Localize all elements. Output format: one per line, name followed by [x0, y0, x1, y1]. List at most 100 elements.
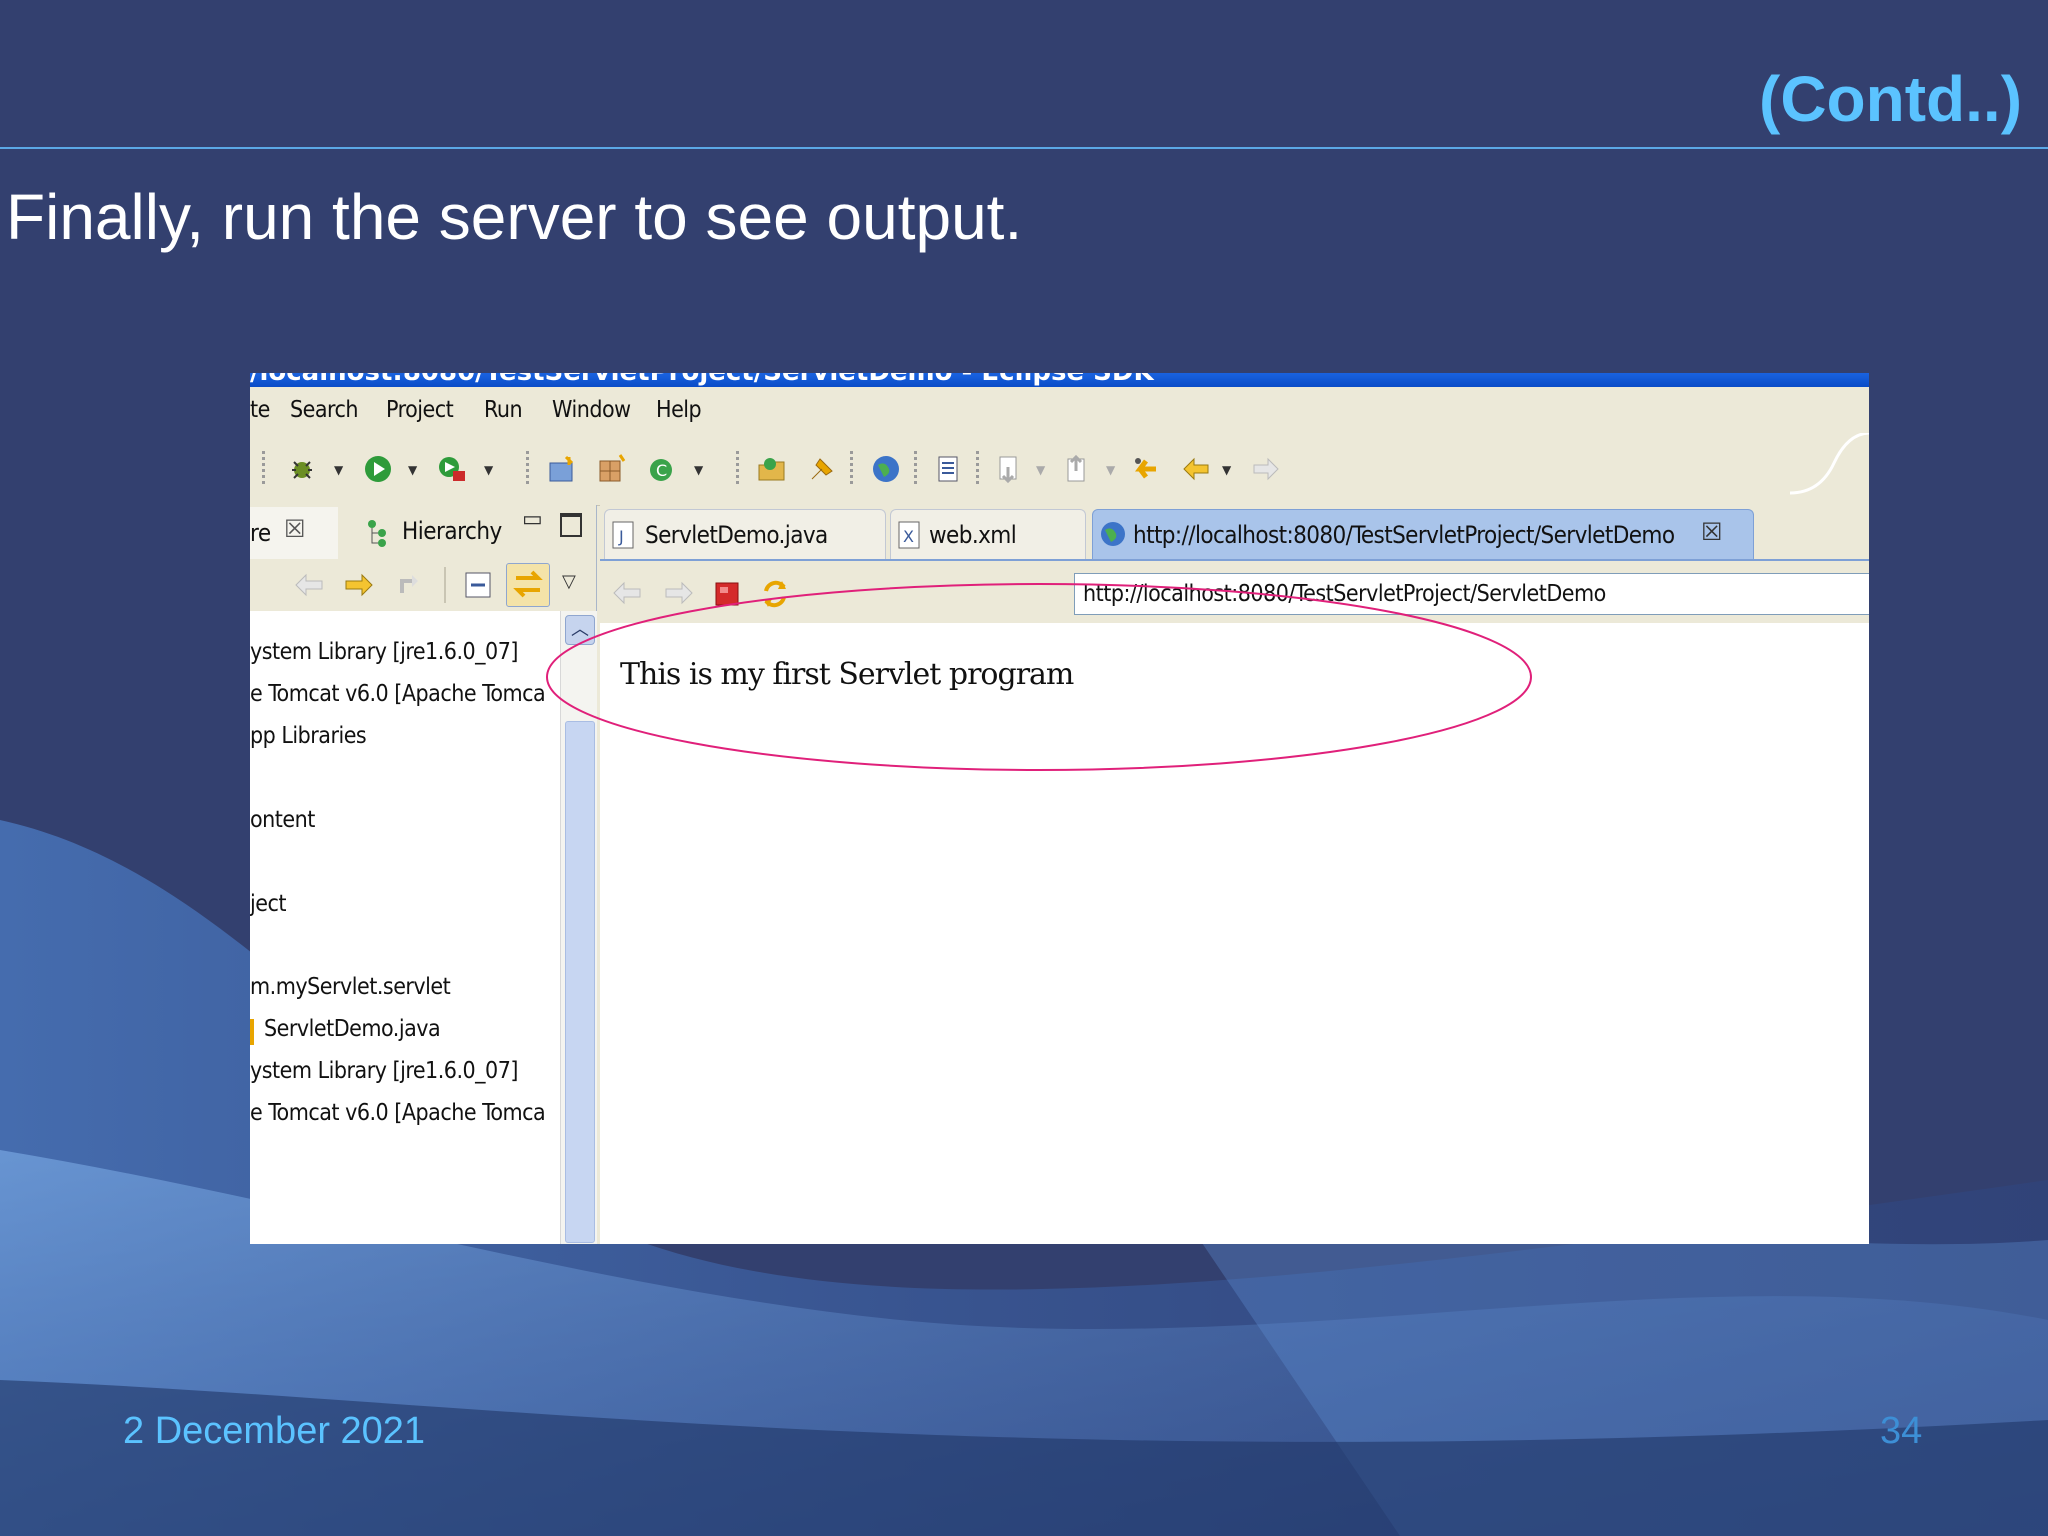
package-tree: ystem Library [jre1.6.0_07] e Tomcat v6.… — [250, 611, 560, 1244]
forward-icon[interactable] — [1250, 453, 1282, 485]
slide-corner-title: (Contd..) — [1759, 63, 2022, 135]
stop-icon[interactable] — [714, 581, 740, 607]
previous-annotation-dropdown-icon[interactable]: ▼ — [1106, 463, 1115, 477]
tree-item[interactable]: ject — [250, 891, 286, 917]
tab-web-xml-label: web.xml — [929, 521, 1017, 549]
up-icon[interactable] — [396, 571, 426, 599]
new-package-icon[interactable] — [596, 453, 628, 485]
toolbar-separator — [914, 451, 917, 487]
globe-icon — [1101, 522, 1125, 546]
slide-page-number: 34 — [1880, 1410, 1923, 1452]
svg-text:C: C — [656, 461, 667, 480]
toolbar-separator — [262, 451, 265, 487]
run-dropdown-icon[interactable]: ▼ — [408, 463, 417, 477]
eclipse-screenshot: /localhost:8080/TestServletProject/Servl… — [250, 373, 1869, 1244]
tree-item[interactable]: ystem Library [jre1.6.0_07] — [250, 1058, 518, 1084]
browser-page-content: This is my first Servlet program — [600, 623, 1869, 1244]
menu-item-navigate[interactable]: te — [250, 397, 270, 423]
last-edit-location-icon[interactable] — [1130, 453, 1162, 485]
browser-toolbar: http://localhost:8080/TestServletProject… — [600, 559, 1869, 625]
menu-item-help[interactable]: Help — [656, 397, 702, 423]
left-view-tab-bar: re ☒ Hierarchy ▭ — [250, 505, 596, 560]
menu-item-project[interactable]: Project — [386, 397, 454, 423]
previous-annotation-icon[interactable] — [1062, 453, 1094, 485]
menu-item-search[interactable]: Search — [290, 397, 359, 423]
tree-item[interactable]: m.myServlet.servlet — [250, 974, 451, 1000]
scrollbar-thumb[interactable] — [565, 721, 595, 1243]
toolbar-separator — [976, 451, 979, 487]
slide-date: 2 December 2021 — [123, 1410, 426, 1452]
tab-package-explorer-label: re — [250, 519, 271, 547]
minimize-icon[interactable]: ▭ — [522, 507, 543, 532]
tab-hierarchy[interactable]: Hierarchy — [402, 517, 502, 545]
back-dropdown-icon[interactable]: ▼ — [1222, 463, 1231, 477]
forward-icon[interactable] — [344, 571, 374, 599]
open-type-icon[interactable] — [756, 453, 788, 485]
menu-item-run[interactable]: Run — [484, 397, 523, 423]
tab-servletdemo-java[interactable]: J ServletDemo.java — [604, 509, 886, 560]
tree-item[interactable]: pp Libraries — [250, 723, 367, 749]
left-view-toolbar: ▽ — [250, 559, 596, 612]
perspective-switcher-curve — [1790, 433, 1869, 495]
toolbar-separator — [736, 451, 739, 487]
svg-text:X: X — [903, 527, 914, 546]
window-title: /localhost:8080/TestServletProject/Servl… — [250, 373, 1154, 387]
toolbar-separator — [526, 451, 529, 487]
tab-web-xml[interactable]: X web.xml — [890, 509, 1086, 560]
new-class-icon[interactable]: C — [646, 453, 678, 485]
collapse-all-icon[interactable] — [464, 571, 492, 599]
window-titlebar: /localhost:8080/TestServletProject/Servl… — [250, 373, 1869, 387]
link-with-editor-button[interactable] — [506, 563, 550, 607]
java-file-icon — [250, 1019, 254, 1045]
tree-item[interactable]: ontent — [250, 807, 315, 833]
web-browser-icon[interactable] — [870, 453, 902, 485]
package-explorer-view: re ☒ Hierarchy ▭ ▽ ystem Library [jre1.6… — [250, 505, 597, 1244]
url-field-value: http://localhost:8080/TestServletProject… — [1083, 581, 1606, 607]
tab-browser-label: http://localhost:8080/TestServletProject… — [1133, 521, 1675, 549]
url-field[interactable]: http://localhost:8080/TestServletProject… — [1074, 573, 1869, 615]
slide-heading: Finally, run the server to see output. — [6, 181, 1023, 253]
tree-item[interactable]: ServletDemo.java — [264, 1016, 441, 1042]
browser-forward-icon[interactable] — [662, 579, 694, 607]
new-java-project-icon[interactable] — [546, 453, 578, 485]
maximize-icon[interactable] — [560, 513, 582, 537]
external-tools-icon[interactable] — [436, 453, 468, 485]
run-icon[interactable] — [362, 453, 394, 485]
debug-dropdown-icon[interactable]: ▼ — [334, 463, 343, 477]
servlet-output-text: This is my first Servlet program — [620, 657, 1074, 692]
tree-item[interactable]: e Tomcat v6.0 [Apache Tomca — [250, 1100, 546, 1126]
next-annotation-icon[interactable] — [994, 453, 1026, 485]
svg-text:J: J — [618, 527, 624, 546]
hierarchy-icon — [368, 520, 386, 547]
task-list-icon[interactable] — [932, 453, 964, 485]
toolbar-separator — [850, 451, 853, 487]
refresh-icon[interactable] — [758, 577, 792, 611]
tree-item[interactable]: ystem Library [jre1.6.0_07] — [250, 639, 518, 665]
tree-item[interactable]: e Tomcat v6.0 [Apache Tomca — [250, 681, 546, 707]
scroll-up-icon[interactable]: ︿ — [565, 615, 595, 645]
debug-icon[interactable] — [286, 453, 318, 485]
external-tools-dropdown-icon[interactable]: ▼ — [484, 463, 493, 477]
editor-area: J ServletDemo.java X web.xml http://loca… — [600, 505, 1869, 1244]
main-toolbar: ▼ ▼ ▼ C ▼ ▼ ▼ ▼ — [250, 433, 1869, 506]
back-icon[interactable] — [294, 571, 324, 599]
tree-vertical-scrollbar[interactable]: ︿ — [560, 611, 597, 1244]
close-icon[interactable]: ☒ — [1701, 518, 1723, 546]
menu-bar: te Search Project Run Window Help — [250, 387, 1869, 434]
view-menu-icon[interactable]: ▽ — [562, 571, 576, 592]
tab-browser[interactable]: http://localhost:8080/TestServletProject… — [1092, 509, 1754, 560]
close-icon[interactable]: ☒ — [284, 515, 306, 543]
xml-file-icon: X — [898, 521, 920, 549]
menu-item-window[interactable]: Window — [552, 397, 631, 423]
tab-servletdemo-java-label: ServletDemo.java — [645, 521, 828, 549]
new-class-dropdown-icon[interactable]: ▼ — [694, 463, 703, 477]
java-file-icon: J — [612, 521, 634, 549]
link-with-editor-icon — [513, 570, 543, 598]
back-icon[interactable] — [1180, 453, 1212, 485]
browser-back-icon[interactable] — [612, 579, 644, 607]
tab-package-explorer[interactable]: re ☒ — [250, 507, 338, 559]
toolbar-separator — [444, 567, 446, 603]
next-annotation-dropdown-icon[interactable]: ▼ — [1036, 463, 1045, 477]
editor-tab-bar: J ServletDemo.java X web.xml http://loca… — [600, 505, 1869, 560]
search-icon[interactable] — [806, 453, 838, 485]
